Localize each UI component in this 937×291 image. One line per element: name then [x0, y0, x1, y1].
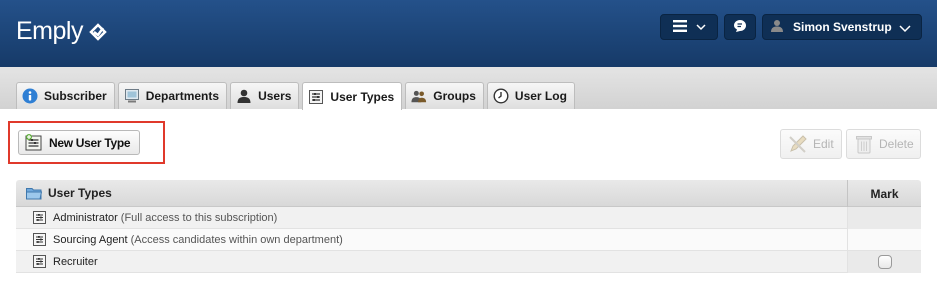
tab-user-log[interactable]: User Log: [486, 82, 575, 109]
tab-label: Groups: [433, 89, 476, 103]
info-icon: [22, 88, 38, 104]
emply-logo-icon: [89, 22, 107, 41]
list-icon: [308, 89, 324, 105]
trash-icon: [853, 133, 875, 155]
chevron-down-icon: [695, 20, 706, 34]
list-icon: [33, 233, 46, 246]
new-list-icon: [25, 134, 43, 151]
user-types-table: User Types Mark Administrator (Full acce…: [16, 180, 921, 273]
table-row[interactable]: Administrator (Full access to this subsc…: [16, 207, 921, 229]
new-user-type-label: New User Type: [49, 135, 131, 150]
main-menu-button[interactable]: [660, 14, 718, 40]
tab-user-types[interactable]: User Types: [302, 82, 403, 110]
mark-cell: [847, 251, 921, 273]
chat-icon: [733, 19, 747, 36]
mark-column-header[interactable]: Mark: [847, 180, 921, 207]
list-icon: [33, 211, 46, 224]
delete-button[interactable]: Delete: [846, 129, 921, 159]
user-type-name: Administrator: [53, 211, 118, 224]
group-icon: [411, 88, 427, 104]
tab-label: Users: [258, 89, 292, 103]
hamburger-icon: [672, 19, 687, 35]
edit-button[interactable]: Edit: [780, 129, 842, 159]
user-type-name: Sourcing Agent: [53, 233, 128, 246]
chevron-down-icon: [899, 19, 911, 40]
new-user-type-button[interactable]: New User Type: [18, 130, 140, 155]
user-icon: [236, 88, 252, 104]
pencil-icon: [787, 133, 809, 155]
tab-departments[interactable]: Departments: [117, 82, 228, 109]
user-type-description: (Access candidates within own department…: [130, 233, 343, 246]
list-icon: [33, 255, 46, 268]
clock-icon: [493, 88, 509, 104]
app-header: Emply Simon Svenstrup: [0, 0, 937, 67]
table-header-title: User Types: [48, 186, 112, 200]
user-type-description: (Full access to this subscription): [120, 211, 278, 224]
tab-label: Subscriber: [44, 89, 107, 103]
tab-list: Subscriber Departments Users User Types …: [16, 82, 578, 110]
mark-cell: [847, 207, 921, 229]
tab-bar: Subscriber Departments Users User Types …: [0, 67, 937, 110]
mark-cell: [847, 229, 921, 251]
tab-label: User Log: [514, 89, 567, 103]
computer-icon: [124, 88, 140, 104]
highlight-box: New User Type: [8, 121, 165, 164]
tab-users[interactable]: Users: [230, 82, 300, 109]
tab-label: User Types: [330, 89, 395, 104]
edit-label: Edit: [813, 137, 834, 151]
tab-groups[interactable]: Groups: [405, 82, 484, 109]
tab-label: Departments: [145, 89, 220, 103]
mark-header-label: Mark: [870, 186, 899, 201]
user-name: Simon Svenstrup: [793, 20, 892, 34]
emply-logo[interactable]: Emply: [16, 17, 107, 46]
mark-checkbox[interactable]: [877, 255, 892, 269]
user-type-name: Recruiter: [53, 255, 98, 268]
logo-text: Emply: [16, 17, 83, 45]
user-silhouette-icon: [771, 19, 783, 35]
tab-subscriber[interactable]: Subscriber: [16, 82, 115, 109]
chat-button[interactable]: [724, 14, 756, 40]
table-row[interactable]: Recruiter: [16, 251, 921, 273]
folder-icon: [26, 187, 43, 200]
table-header: User Types Mark: [16, 180, 921, 207]
table-row[interactable]: Sourcing Agent (Access candidates within…: [16, 229, 921, 251]
delete-label: Delete: [879, 137, 914, 151]
user-menu-button[interactable]: Simon Svenstrup: [762, 14, 922, 40]
